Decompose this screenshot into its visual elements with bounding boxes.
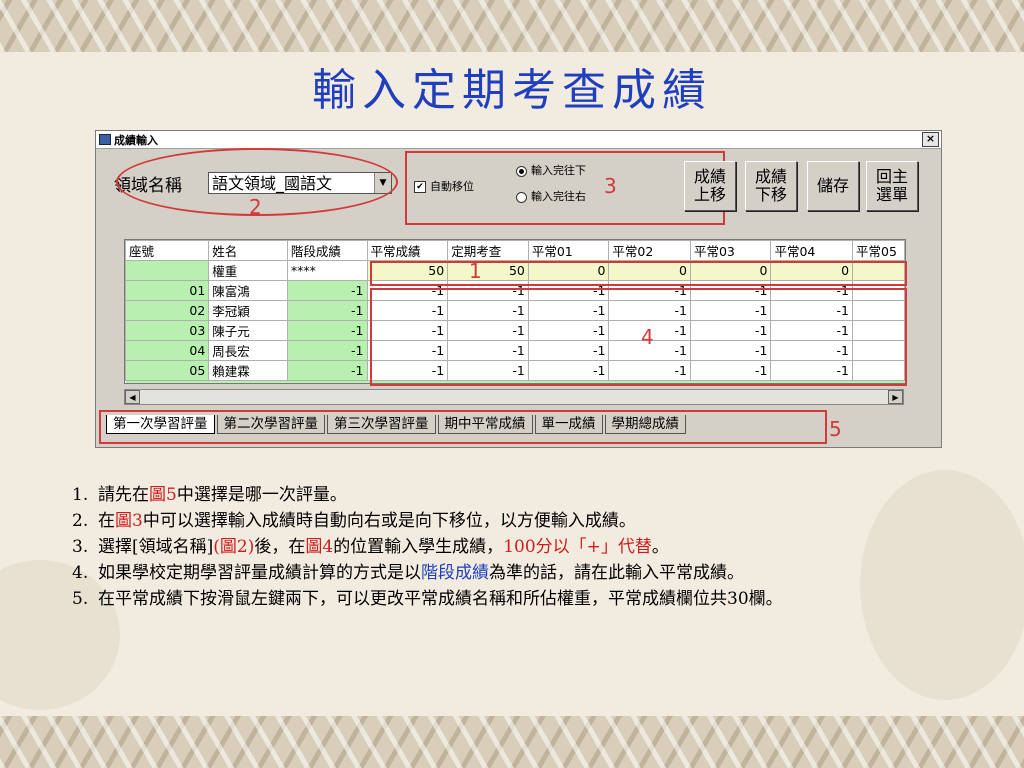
- name-cell: 賴建霖: [208, 360, 288, 381]
- name-cell: 李冠穎: [208, 300, 288, 321]
- note-text-segment: 。: [651, 537, 669, 557]
- note-index: 2.: [72, 511, 89, 531]
- note-index: 5.: [72, 589, 89, 609]
- note-item: 5. 在平常成績下按滑鼠左鍵兩下，可以更改平常成績名稱和所佔權重，平常成績欄位共…: [72, 586, 952, 612]
- seat-cell: 01: [125, 280, 210, 301]
- seat-cell: 05: [125, 360, 210, 381]
- note-index: 3.: [72, 537, 89, 557]
- note-item: 2. 在圖3中可以選擇輸入成績時自動向右或是向下移位，以方便輸入成績。: [72, 508, 952, 534]
- scroll-left-icon[interactable]: ◀: [125, 390, 140, 404]
- note-highlight: (圖2): [213, 537, 255, 557]
- annotation-number-1: 1: [469, 259, 482, 283]
- column-header[interactable]: 平常01: [527, 240, 610, 261]
- score-entry-window: 成績輸入 × 領域名稱 語文領域_國語文 ▼ 2 3 ✔ 自動移位 輸入完往下 輸…: [95, 130, 942, 448]
- note-highlight: 階段成績: [421, 563, 489, 583]
- note-text-segment: 的位置輸入學生成績，: [333, 537, 504, 557]
- note-text: 在圖3中可以選擇輸入成績時自動向右或是向下移位，以方便輸入成績。: [98, 508, 636, 534]
- column-header[interactable]: 平常02: [608, 240, 691, 261]
- auto-move-checkbox[interactable]: ✔ 自動移位: [414, 178, 474, 194]
- column-header[interactable]: 平常05: [852, 240, 905, 261]
- scroll-right-icon[interactable]: ▶: [888, 390, 903, 404]
- note-text-segment: 請先在: [98, 485, 149, 505]
- name-cell: 陳子元: [208, 320, 288, 341]
- radio-icon[interactable]: [516, 191, 527, 203]
- move-up-button[interactable]: 成績 上移: [684, 161, 736, 211]
- note-item: 4. 如果學校定期學習評量成績計算的方式是以階段成績為準的話，請在此輸入平常成績…: [72, 560, 952, 586]
- note-item: 3. 選擇[領域名稱](圖2)後，在圖4的位置輸入學生成績，100分以「+」代替…: [72, 534, 952, 560]
- decorative-bottom-band: [0, 716, 1024, 768]
- note-text: 請先在圖5中選擇是哪一次評量。: [98, 482, 347, 508]
- column-header[interactable]: 平常04: [770, 240, 854, 261]
- note-text: 在平常成績下按滑鼠左鍵兩下，可以更改平常成績名稱和所佔權重，平常成績欄位共30欄…: [98, 586, 783, 612]
- note-text-segment: 中選擇是哪一次評量。: [176, 485, 347, 505]
- close-icon[interactable]: ×: [922, 132, 939, 147]
- note-text-segment: 為準的話，請在此輸入平常成績。: [489, 563, 744, 583]
- radio-move-right-label: 輸入完往右: [531, 190, 586, 203]
- stage-cell[interactable]: -1: [286, 280, 368, 301]
- note-text-segment: 在: [98, 511, 115, 531]
- seat-cell: 04: [125, 340, 210, 361]
- column-header[interactable]: 階段成績: [286, 240, 368, 261]
- app-icon: [99, 134, 111, 145]
- note-text: 如果學校定期學習評量成績計算的方式是以階段成績為準的話，請在此輸入平常成績。: [98, 560, 744, 586]
- radio-move-right[interactable]: 輸入完往右: [516, 188, 586, 204]
- annotation-number-5: 5: [829, 417, 842, 441]
- horizontal-scrollbar[interactable]: ◀ ▶: [124, 389, 904, 405]
- note-text-segment: 後，在: [254, 537, 306, 557]
- note-text-segment: 在平常成績下按滑鼠左鍵兩下，可以更改平常成績名稱和所佔權重，平常成績欄位共30欄…: [98, 589, 783, 609]
- window-title: 成績輸入: [114, 134, 158, 147]
- column-header[interactable]: 定期考查: [447, 240, 529, 261]
- name-cell: 陳富鴻: [208, 280, 288, 301]
- note-index: 1.: [72, 485, 89, 505]
- note-text-segment: 選擇[領域名稱]: [98, 537, 214, 557]
- stage-cell[interactable]: -1: [286, 300, 368, 321]
- radio-move-down[interactable]: 輸入完往下: [516, 162, 586, 178]
- stage-cell[interactable]: -1: [286, 360, 368, 381]
- decorative-top-band: [0, 0, 1024, 52]
- seat-cell: 03: [125, 320, 210, 341]
- annotation-number-3: 3: [604, 174, 617, 198]
- annotation-box-1: [370, 261, 907, 286]
- save-button[interactable]: 儲存: [807, 161, 859, 211]
- weight-label: 權重: [208, 260, 288, 281]
- auto-move-label: 自動移位: [430, 180, 474, 193]
- seat-cell: 02: [125, 300, 210, 321]
- annotation-number-4: 4: [641, 325, 654, 349]
- column-header[interactable]: 姓名: [208, 240, 288, 261]
- stage-cell: ****: [286, 260, 368, 281]
- annotation-box-5: [99, 410, 827, 444]
- annotation-number-2: 2: [249, 195, 262, 219]
- stage-cell[interactable]: -1: [286, 340, 368, 361]
- radio-icon[interactable]: [516, 165, 527, 177]
- instruction-notes: 1. 請先在圖5中選擇是哪一次評量。 2. 在圖3中可以選擇輸入成績時自動向右或…: [72, 482, 952, 612]
- note-highlight: 圖3: [115, 511, 143, 531]
- name-cell: 周長宏: [208, 340, 288, 361]
- note-text-segment: 中可以選擇輸入成績時自動向右或是向下移位，以方便輸入成績。: [142, 511, 636, 531]
- column-header[interactable]: 平常03: [689, 240, 772, 261]
- note-text-segment: 如果學校定期學習評量成績計算的方式是以: [98, 563, 421, 583]
- note-index: 4.: [72, 563, 89, 583]
- page-title: 輸入定期考查成績: [312, 65, 712, 116]
- column-header[interactable]: 平常成績: [366, 240, 449, 261]
- window-titlebar[interactable]: 成績輸入 ×: [96, 131, 941, 149]
- seat-cell: [125, 260, 210, 281]
- annotation-box-4: [370, 288, 907, 386]
- column-header[interactable]: 座號: [125, 240, 210, 261]
- table-header-row: 座號 姓名 階段成績 平常成績 定期考查 平常01 平常02 平常03 平常04…: [125, 240, 905, 261]
- move-down-button[interactable]: 成績 下移: [745, 161, 797, 211]
- radio-move-down-label: 輸入完往下: [531, 164, 586, 177]
- note-highlight: 圖4: [305, 537, 334, 557]
- stage-cell[interactable]: -1: [286, 320, 368, 341]
- note-item: 1. 請先在圖5中選擇是哪一次評量。: [72, 482, 952, 508]
- note-highlight: 圖5: [149, 485, 177, 505]
- main-menu-button[interactable]: 回主 選單: [866, 161, 918, 211]
- checkbox-icon[interactable]: ✔: [414, 181, 426, 193]
- note-highlight: 100分以「+」代替: [503, 537, 652, 557]
- note-text: 選擇[領域名稱](圖2)後，在圖4的位置輸入學生成績，100分以「+」代替。: [98, 534, 669, 560]
